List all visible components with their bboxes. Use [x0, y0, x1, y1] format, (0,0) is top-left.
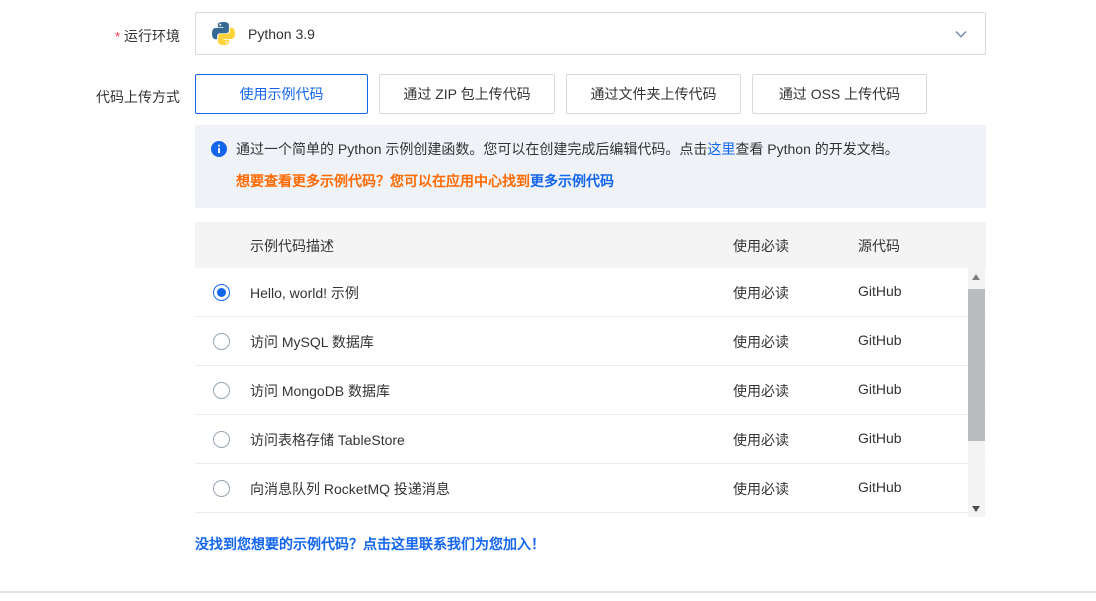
tab-upload-zip[interactable]: 通过 ZIP 包上传代码 — [379, 74, 555, 114]
runtime-select[interactable]: Python 3.9 — [195, 12, 986, 55]
table-header: 示例代码描述 使用必读 源代码 — [195, 222, 986, 268]
row-radio[interactable] — [213, 333, 230, 350]
sample-description: 访问表格存储 TableStore — [250, 430, 405, 450]
more-samples-text: 想要查看更多示例代码？您可以在应用中心找到 — [236, 173, 530, 189]
info-line-1: 通过一个简单的 Python 示例创建函数。您可以在创建完成后编辑代码。点击这里… — [211, 140, 970, 158]
upload-method-label: 代码上传方式 — [0, 87, 180, 107]
info-line-2: 想要查看更多示例代码？您可以在应用中心找到更多示例代码 — [236, 171, 970, 191]
info-text-after: 查看 Python 的开发文档。 — [735, 141, 898, 157]
sample-description: 访问 MySQL 数据库 — [250, 332, 374, 352]
github-link[interactable]: GitHub — [858, 332, 902, 348]
docs-here-link[interactable]: 这里 — [707, 141, 735, 157]
runtime-label: * 运行环境 — [0, 26, 180, 46]
readme-link[interactable]: 使用必读 — [733, 430, 789, 450]
more-samples-link[interactable]: 更多示例代码 — [530, 173, 614, 189]
sample-description: 向消息队列 RocketMQ 投递消息 — [250, 479, 450, 499]
row-radio[interactable] — [213, 382, 230, 399]
tab-use-sample-code[interactable]: 使用示例代码 — [195, 74, 368, 114]
readme-link[interactable]: 使用必读 — [733, 332, 789, 352]
readme-link[interactable]: 使用必读 — [733, 479, 789, 499]
contact-us-link[interactable]: 没找到您想要的示例代码？点击这里联系我们为您加入！ — [195, 534, 545, 554]
header-readme: 使用必读 — [733, 236, 789, 256]
table-row[interactable]: 访问 MongoDB 数据库 使用必读 GitHub — [195, 366, 986, 415]
info-icon — [211, 141, 227, 157]
row-radio[interactable] — [213, 480, 230, 497]
readme-link[interactable]: 使用必读 — [733, 381, 789, 401]
readme-link[interactable]: 使用必读 — [733, 283, 789, 303]
runtime-label-text: 运行环境 — [124, 28, 180, 44]
table-scrollbar[interactable] — [968, 268, 985, 517]
github-link[interactable]: GitHub — [858, 381, 902, 397]
github-link[interactable]: GitHub — [858, 283, 902, 299]
table-row[interactable]: 访问 MySQL 数据库 使用必读 GitHub — [195, 317, 986, 366]
scrollbar-thumb[interactable] — [968, 289, 985, 441]
runtime-value: Python 3.9 — [248, 26, 315, 42]
sample-code-table: 示例代码描述 使用必读 源代码 Hello, world! 示例 使用必读 Gi… — [195, 222, 986, 513]
upload-method-tabs: 使用示例代码 通过 ZIP 包上传代码 通过文件夹上传代码 通过 OSS 上传代… — [195, 74, 938, 114]
chevron-down-icon — [953, 26, 969, 42]
sample-description: 访问 MongoDB 数据库 — [250, 381, 390, 401]
info-text-before: 通过一个简单的 Python 示例创建函数。您可以在创建完成后编辑代码。点击 — [236, 141, 707, 157]
info-text: 通过一个简单的 Python 示例创建函数。您可以在创建完成后编辑代码。点击这里… — [236, 140, 899, 158]
tab-upload-oss[interactable]: 通过 OSS 上传代码 — [752, 74, 927, 114]
table-body: Hello, world! 示例 使用必读 GitHub 访问 MySQL 数据… — [195, 268, 986, 513]
row-radio-selected[interactable] — [213, 284, 230, 301]
row-radio[interactable] — [213, 431, 230, 448]
upload-method-label-text: 代码上传方式 — [96, 89, 180, 105]
create-function-form: * 运行环境 Python 3.9 代码上传方式 使用示例代码 通过 ZIP 包上… — [0, 0, 1096, 601]
bottom-divider — [0, 591, 1096, 593]
github-link[interactable]: GitHub — [858, 430, 902, 446]
table-row[interactable]: Hello, world! 示例 使用必读 GitHub — [195, 268, 986, 317]
info-box: 通过一个简单的 Python 示例创建函数。您可以在创建完成后编辑代码。点击这里… — [195, 125, 986, 208]
github-link[interactable]: GitHub — [858, 479, 902, 495]
scroll-up-icon[interactable] — [968, 268, 985, 285]
table-row[interactable]: 向消息队列 RocketMQ 投递消息 使用必读 GitHub — [195, 464, 986, 513]
sample-description: Hello, world! 示例 — [250, 283, 359, 303]
python-icon — [212, 22, 235, 45]
table-row[interactable]: 访问表格存储 TableStore 使用必读 GitHub — [195, 415, 986, 464]
required-asterisk: * — [115, 29, 120, 44]
tab-upload-folder[interactable]: 通过文件夹上传代码 — [566, 74, 741, 114]
header-source: 源代码 — [858, 236, 900, 256]
scroll-down-icon[interactable] — [968, 500, 985, 517]
header-description: 示例代码描述 — [250, 236, 334, 256]
